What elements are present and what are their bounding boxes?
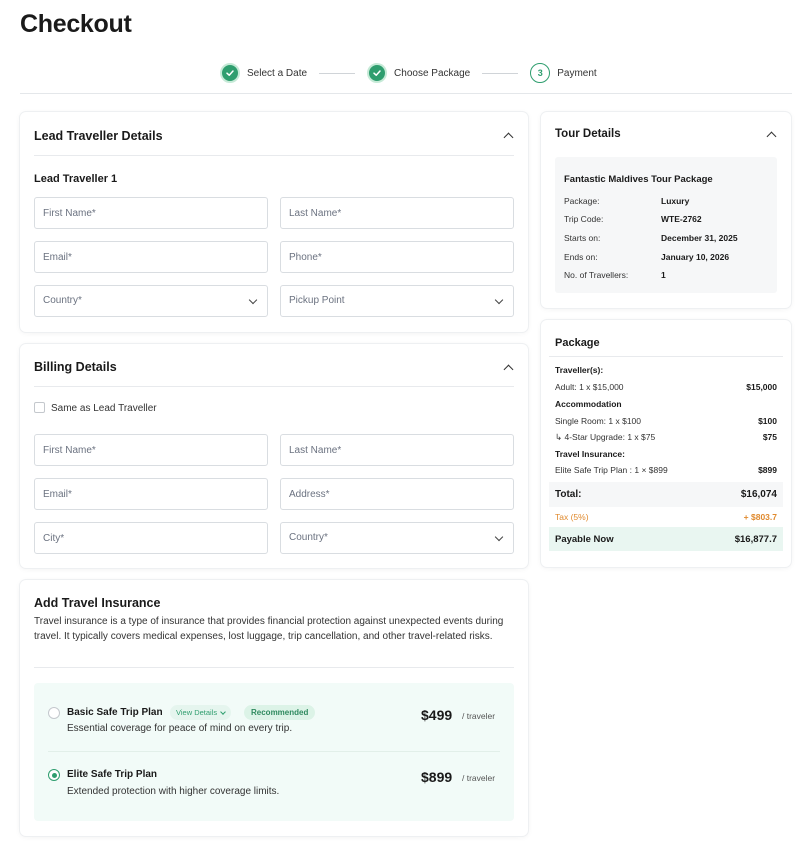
tax-label: Tax (5%) [555,512,589,522]
plan-unit: / traveler [462,711,496,721]
billing-first-name-input[interactable] [35,435,267,465]
plan-name: Basic Safe Trip Plan [67,707,163,718]
header-divider [20,93,792,94]
plan-description: Essential coverage for peace of mind on … [67,723,293,734]
billing-country-select[interactable]: Country* [280,522,514,554]
checkout-stepper: Select a Date Choose Package 3 Payment [220,62,597,84]
travellers-heading: Traveller(s): [555,365,604,375]
billing-last-name-field[interactable] [280,434,514,466]
insurance-plans: Basic Safe Trip Plan View Details Recomm… [34,683,514,821]
check-icon [367,63,388,83]
single-room-amount: $100 [758,416,777,426]
select-value: Country* [43,295,82,306]
lead-traveller-subtitle: Lead Traveller 1 [34,173,118,185]
plan-unit: / traveler [462,773,496,783]
tax-amount: + $803.7 [743,512,777,522]
payable-amount: $16,877.7 [734,534,777,545]
step-label: Choose Package [394,67,471,79]
billing-title: Billing Details [34,360,117,374]
lead-last-name-field[interactable] [280,197,514,229]
pickup-point-select[interactable]: Pickup Point [280,285,514,317]
lead-first-name-input[interactable] [35,198,267,228]
same-as-lead-label[interactable]: Same as Lead Traveller [51,403,157,414]
insurance-amount: $899 [758,465,777,475]
step-payment[interactable]: 3 Payment [530,63,597,83]
step-select-date[interactable]: Select a Date [220,63,307,83]
adult-amount: $15,000 [746,382,777,392]
single-room-line: Single Room: 1 x $100 [555,416,641,426]
accommodation-heading: Accommodation [555,399,622,409]
lead-last-name-input[interactable] [281,198,513,228]
plan-divider [48,751,500,752]
tour-row-label: No. of Travellers: [564,270,629,280]
step-choose-package[interactable]: Choose Package [367,63,470,83]
plan-name: Elite Safe Trip Plan [67,769,158,780]
billing-address-field[interactable] [280,478,514,510]
step-label: Select a Date [247,67,308,79]
upgrade-amount: $75 [762,432,777,442]
tour-row-value: December 31, 2025 [661,233,738,243]
divider [34,155,514,156]
lead-first-name-field[interactable] [34,197,268,229]
tour-row-value: 1 [661,270,666,280]
package-title: Package [555,337,600,349]
plan-basic-radio[interactable] [48,707,60,719]
divider [549,356,783,357]
tour-row-label: Starts on: [564,233,601,243]
lead-phone-field[interactable] [280,241,514,273]
divider [34,667,514,668]
divider [34,386,514,387]
insurance-line: Elite Safe Trip Plan : 1 × $899 [555,465,668,475]
tour-row-label: Trip Code: [564,214,604,224]
lead-email-input[interactable] [35,242,267,272]
insurance-description: Travel insurance is a type of insurance … [34,616,504,642]
plan-elite-radio[interactable] [48,769,60,781]
step-connector [482,72,519,74]
billing-first-name-field[interactable] [34,434,268,466]
check-icon [220,63,240,83]
select-value: Country* [289,532,328,543]
tour-name: Fantastic Maldives Tour Package [564,174,713,185]
tour-row-value: Luxury [661,196,690,206]
tour-row-value: WTE-2762 [661,214,702,224]
upgrade-line: ↳ 4-Star Upgrade: 1 x $75 [555,432,656,442]
billing-email-field[interactable] [34,478,268,510]
insurance-heading: Travel Insurance: [555,449,625,459]
chevron-down-icon [494,295,504,305]
adult-line: Adult: 1 x $15,000 [555,382,624,392]
chevron-down-icon [248,295,258,305]
plan-price: $499 [421,707,453,723]
billing-last-name-input[interactable] [281,435,513,465]
step-label: Payment [557,67,597,79]
lead-email-field[interactable] [34,241,268,273]
page-title: Checkout [20,10,132,38]
lead-traveller-title: Lead Traveller Details [34,129,163,143]
chevron-down-icon [220,708,226,715]
tour-summary: Fantastic Maldives Tour Package Package:… [555,157,777,293]
chevron-down-icon [494,532,504,542]
tour-row-label: Ends on: [564,252,598,262]
plan-description: Extended protection with higher coverage… [67,786,280,797]
recommended-badge: Recommended [244,705,316,720]
billing-city-field[interactable] [34,522,268,554]
billing-email-input[interactable] [35,479,267,509]
payable-label: Payable Now [555,534,614,545]
tour-row-value: January 10, 2026 [661,252,730,262]
tour-details-title: Tour Details [555,128,621,140]
tour-row-label: Package: [564,196,600,206]
billing-address-input[interactable] [281,479,513,509]
view-details-button[interactable]: View Details [170,705,232,720]
step-number: 3 [530,63,551,83]
billing-city-input[interactable] [35,523,267,553]
lead-country-select[interactable]: Country* [34,285,268,317]
select-value: Pickup Point [289,295,345,306]
lead-phone-input[interactable] [281,242,513,272]
plan-price: $899 [421,769,453,785]
total-amount: $16,074 [740,489,777,500]
step-connector [319,72,356,74]
total-label: Total: [555,489,582,500]
view-details-label: View Details [176,708,218,717]
insurance-title: Add Travel Insurance [34,596,161,610]
same-as-lead-checkbox[interactable] [34,402,45,413]
